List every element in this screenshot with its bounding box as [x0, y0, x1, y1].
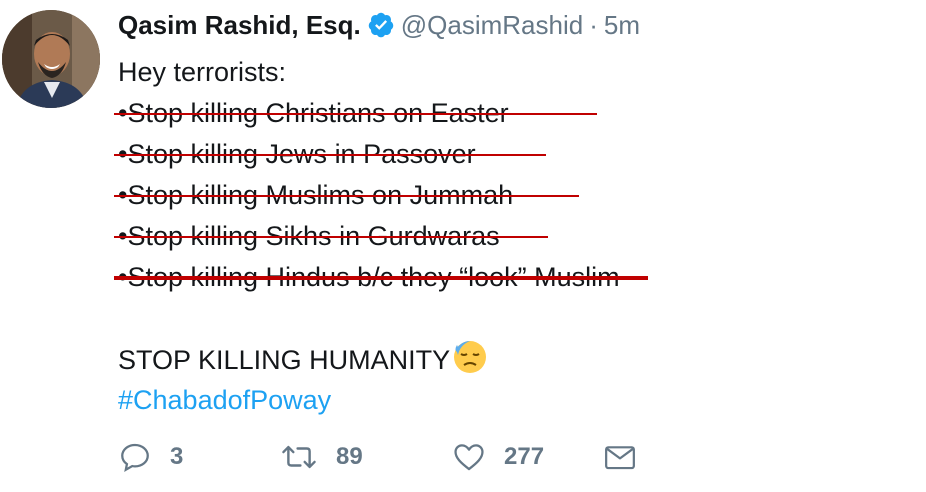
tweet-line: •Stop killing Christians on Easter [114, 93, 620, 134]
tweet-text: Hey terrorists: •Stop killing Christians… [114, 52, 648, 421]
tweet-line: Hey terrorists: [118, 52, 620, 93]
line-text: •Stop killing Jews in Passover [114, 134, 546, 175]
retweet-count: 89 [336, 443, 363, 470]
tweet-line: STOP KILLING HUMANITY [118, 339, 620, 380]
tweet-line: •Stop killing Sikhs in Gurdwaras [114, 216, 620, 257]
verified-badge-icon [367, 11, 395, 39]
line-text: •Stop killing Sikhs in Gurdwaras [114, 216, 548, 257]
tweet-line: •Stop killing Muslims on Jummah [114, 175, 620, 216]
like-count: 277 [504, 443, 545, 470]
hashtag-link[interactable]: #ChabadofPoway [118, 385, 331, 415]
tweet-line: •Stop killing Hindus b/c they “look” Mus… [114, 257, 648, 298]
tweet-line: •Stop killing Jews in Passover [114, 134, 620, 175]
timestamp[interactable]: 5m [604, 8, 640, 42]
author-name[interactable]: Qasim Rashid, Esq. [118, 8, 361, 42]
envelope-icon [602, 440, 638, 474]
strikethrough-mark [114, 154, 546, 156]
line-text: •Stop killing Hindus b/c they “look” Mus… [114, 257, 648, 298]
greeting-text: Hey terrorists: [118, 57, 287, 87]
like-button[interactable]: 277 [452, 440, 602, 474]
avatar[interactable] [2, 10, 100, 108]
tweet-line: #ChabadofPoway [118, 380, 620, 421]
line-text: •Stop killing Christians on Easter [114, 93, 597, 134]
strikethrough-mark [114, 113, 597, 115]
heart-icon [452, 440, 486, 474]
closing-text: STOP KILLING HUMANITY [118, 345, 451, 375]
strikethrough-mark [114, 236, 548, 238]
strikethrough-mark [114, 276, 648, 280]
retweet-icon [280, 440, 318, 474]
author-handle[interactable]: @QasimRashid [401, 8, 583, 42]
reply-button[interactable]: 3 [118, 440, 280, 474]
strikethrough-mark [114, 195, 580, 197]
tweet-header: Qasim Rashid, Esq. @QasimRashid · 5m [118, 8, 640, 42]
reply-icon [118, 440, 152, 474]
line-text: •Stop killing Muslims on Jummah [114, 175, 580, 216]
separator: · [589, 10, 598, 40]
downcast-face-with-sweat-emoji [452, 339, 488, 375]
tweet-actions: 3 89 277 [118, 440, 638, 474]
reply-count: 3 [170, 443, 184, 470]
direct-message-button[interactable] [602, 440, 638, 474]
retweet-button[interactable]: 89 [280, 440, 452, 474]
